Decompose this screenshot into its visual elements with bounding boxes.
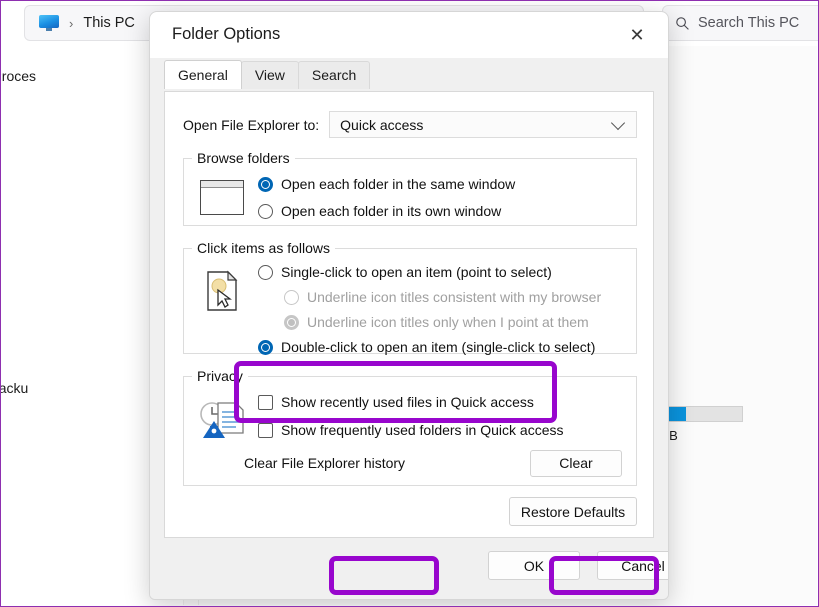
monitor-icon: [39, 15, 59, 31]
list-item[interactable]: gineProces: [1, 68, 36, 84]
radio-indicator: [284, 314, 299, 330]
search-placeholder: Search This PC: [698, 15, 800, 31]
usage-progress-bar: [659, 406, 743, 422]
radio-underline-on-point: Underline icon titles only when I point …: [284, 314, 589, 330]
screenshot-root: › This PC Search This PC gineProces s s …: [0, 0, 819, 607]
radio-open-same-window[interactable]: Open each folder in the same window: [258, 176, 515, 192]
radio-underline-consistent: Underline icon titles consistent with my…: [284, 289, 601, 305]
radio-double-click[interactable]: Double-click to open an item (single-cli…: [258, 339, 595, 355]
restore-defaults-button[interactable]: Restore Defaults: [509, 497, 637, 526]
click-items-legend: Click items as follows: [197, 240, 331, 256]
clear-history-row: Clear File Explorer history Clear: [244, 449, 622, 477]
cancel-button[interactable]: Cancel: [597, 551, 668, 580]
drive-usage: GB: [659, 406, 743, 443]
radio-label: Open each folder in its own window: [281, 203, 502, 219]
list-item[interactable]: dgeBacku: [1, 380, 28, 396]
checkbox-label: Show frequently used folders in Quick ac…: [281, 422, 564, 438]
tab-general[interactable]: General: [164, 60, 242, 89]
checkbox-show-recent-files[interactable]: Show recently used files in Quick access: [258, 394, 534, 410]
browse-folders-legend: Browse folders: [197, 150, 290, 166]
open-file-explorer-to-label: Open File Explorer to:: [183, 116, 320, 133]
close-icon[interactable]: ✕: [616, 18, 658, 52]
clear-button[interactable]: Clear: [530, 449, 622, 477]
search-input[interactable]: Search This PC: [662, 5, 818, 41]
chevron-down-icon: [610, 115, 626, 130]
radio-single-click[interactable]: Single-click to open an item (point to s…: [258, 264, 552, 280]
radio-indicator: [258, 264, 273, 280]
click-items-group: Click items as follows Single-click to o…: [183, 240, 637, 355]
open-file-explorer-to-select[interactable]: Quick access: [329, 111, 637, 138]
radio-indicator: [258, 339, 273, 355]
checkbox-indicator: [258, 422, 273, 438]
radio-label: Underline icon titles consistent with my…: [307, 289, 602, 305]
privacy-legend: Privacy: [197, 368, 243, 384]
tab-view[interactable]: View: [240, 61, 299, 89]
checkbox-show-frequent-folders[interactable]: Show frequently used folders in Quick ac…: [258, 422, 563, 438]
dialog-footer: OK Cancel Apply: [150, 538, 668, 599]
breadcrumb-separator: ›: [69, 15, 74, 31]
radio-label: Single-click to open an item (point to s…: [281, 264, 552, 280]
radio-label: Underline icon titles only when I point …: [307, 314, 589, 330]
browse-folders-group: Browse folders Open each folder in the s…: [183, 150, 637, 226]
dialog-tabs: General View Search: [164, 60, 371, 89]
dialog-title: Folder Options: [172, 25, 281, 43]
radio-indicator: [258, 176, 273, 192]
tab-search[interactable]: Search: [297, 61, 371, 89]
folder-options-dialog: Folder Options ✕ General View Search Ope…: [149, 11, 669, 600]
document-cursor-icon: [206, 270, 240, 312]
open-file-explorer-to-row: Open File Explorer to: Quick access: [183, 111, 637, 138]
recent-files-star-icon: [198, 400, 248, 442]
search-icon: [676, 16, 689, 30]
clear-history-label: Clear File Explorer history: [244, 455, 406, 471]
radio-indicator: [258, 203, 273, 219]
window-outline-icon: [200, 180, 244, 215]
checkbox-indicator: [258, 394, 273, 410]
checkbox-label: Show recently used files in Quick access: [281, 394, 534, 410]
radio-open-own-window[interactable]: Open each folder in its own window: [258, 203, 501, 219]
ok-button[interactable]: OK: [488, 551, 580, 580]
radio-indicator: [284, 289, 299, 305]
radio-label: Open each folder in the same window: [281, 176, 516, 192]
privacy-group: Privacy Show recently used files in Quic…: [183, 368, 637, 486]
breadcrumb-this-pc: This PC: [83, 15, 135, 31]
dialog-title-bar: Folder Options ✕: [150, 12, 668, 58]
dialog-panel-general: Open File Explorer to: Quick access Brow…: [164, 91, 654, 538]
open-file-explorer-to-value: Quick access: [340, 116, 424, 133]
radio-label: Double-click to open an item (single-cli…: [281, 339, 596, 355]
